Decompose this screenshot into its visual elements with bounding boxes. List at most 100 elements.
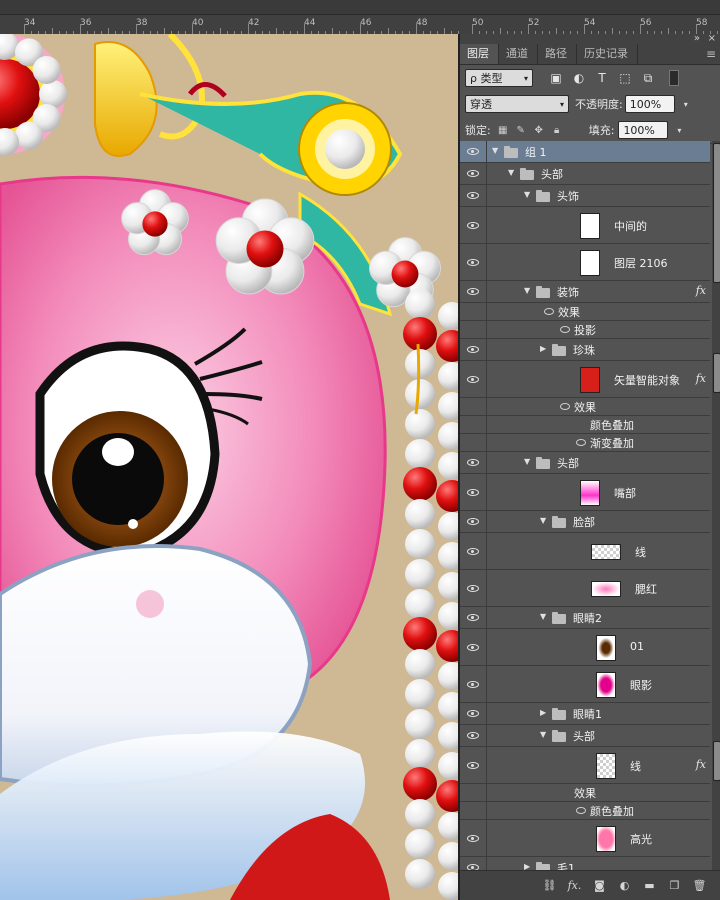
filter-type-select[interactable]: ρ 类型 ▾ — [465, 69, 533, 87]
effect-visibility-eye-icon[interactable] — [560, 326, 570, 333]
layer-effect-row[interactable]: 颜色叠加 — [460, 416, 710, 434]
layer-group-row[interactable]: ▼ 眼睛2 — [460, 607, 710, 629]
visibility-eye-icon[interactable] — [467, 459, 479, 466]
layer-effect-row[interactable]: 投影 — [460, 321, 710, 339]
tab-channels[interactable]: 通道 — [499, 43, 538, 64]
filter-toggle[interactable] — [669, 70, 679, 86]
visibility-eye-icon[interactable] — [467, 710, 479, 717]
collapse-triangle-icon[interactable]: ▼ — [540, 612, 546, 621]
panel-menu-icon[interactable]: ≡ — [706, 47, 720, 64]
image-filter-icon[interactable]: ▣ — [549, 71, 563, 85]
collapse-triangle-icon[interactable]: ▼ — [508, 168, 514, 177]
layer-group-row[interactable]: ▶ 珍珠 — [460, 339, 710, 361]
close-icon[interactable]: × — [708, 33, 716, 44]
layer-group-row[interactable]: ▼ 组 1 — [460, 141, 710, 163]
visibility-eye-icon[interactable] — [467, 643, 479, 651]
visibility-eye-icon[interactable] — [467, 488, 479, 496]
layer-row[interactable]: 线 fx — [460, 747, 710, 784]
type-filter-icon[interactable]: T — [595, 71, 609, 85]
layer-group-row[interactable]: ▼ 头部 — [460, 163, 710, 185]
layer-group-row[interactable]: ▶ 眼睛1 — [460, 703, 710, 725]
layer-group-row[interactable]: ▼ 头部 — [460, 725, 710, 747]
expand-triangle-icon[interactable]: ▶ — [540, 344, 546, 353]
collapse-triangle-icon[interactable]: ▼ — [524, 190, 530, 199]
collapse-triangle-icon[interactable]: ▼ — [524, 457, 530, 466]
layer-fx-icon[interactable]: fx — [696, 284, 706, 297]
layer-row[interactable]: 图层 2106 — [460, 244, 710, 281]
layer-row[interactable]: 嘴部 — [460, 474, 710, 511]
double-chevron-icon[interactable]: » — [694, 33, 700, 44]
layer-row[interactable]: 线 — [460, 533, 710, 570]
scroll-thumb-3[interactable] — [713, 741, 720, 781]
adjustment-icon[interactable]: ◐ — [612, 879, 637, 892]
visibility-eye-icon[interactable] — [467, 584, 479, 592]
layer-row[interactable]: 矢量智能对象 fx — [460, 361, 710, 398]
collapse-triangle-icon[interactable]: ▼ — [540, 730, 546, 739]
lock-paint-icon[interactable]: ✎ — [515, 124, 527, 136]
trash-icon[interactable]: 🗑︎ — [687, 879, 712, 892]
visibility-eye-icon[interactable] — [467, 834, 479, 842]
visibility-eye-icon[interactable] — [467, 170, 479, 177]
visibility-eye-icon[interactable] — [467, 680, 479, 688]
smart-object-filter-icon[interactable]: ⧉ — [641, 71, 655, 85]
visibility-eye-icon[interactable] — [467, 148, 479, 155]
tab-layers[interactable]: 图层 — [460, 43, 499, 64]
opacity-field[interactable]: 100% ▾ — [624, 95, 688, 113]
layer-row[interactable]: 眼影 — [460, 666, 710, 703]
visibility-eye-icon[interactable] — [467, 732, 479, 739]
scroll-thumb[interactable] — [713, 143, 720, 283]
expand-triangle-icon[interactable]: ▶ — [524, 862, 530, 870]
effect-visibility-eye-icon[interactable] — [560, 403, 570, 410]
collapse-triangle-icon[interactable]: ▼ — [540, 516, 546, 525]
layer-group-row[interactable]: ▼ 头部 — [460, 452, 710, 474]
layer-group-row[interactable]: ▼ 头饰 — [460, 185, 710, 207]
layers-scrollbar[interactable] — [712, 141, 720, 870]
lock-position-icon[interactable]: ✥ — [533, 124, 545, 136]
link-icon[interactable]: ⛓ — [537, 879, 562, 892]
layer-effect-row[interactable]: 效果 — [460, 398, 710, 416]
layer-row[interactable]: 腮红 — [460, 570, 710, 607]
shape-filter-icon[interactable]: ⬚ — [618, 71, 632, 85]
visibility-eye-icon[interactable] — [467, 221, 479, 229]
layer-effect-row[interactable]: 渐变叠加 — [460, 434, 710, 452]
visibility-eye-icon[interactable] — [467, 288, 479, 295]
folder-icon[interactable]: ▬ — [637, 879, 662, 892]
expand-triangle-icon[interactable]: ▶ — [540, 708, 546, 717]
adjustment-filter-icon[interactable]: ◐ — [572, 71, 586, 85]
lock-transparent-icon[interactable]: ▦ — [497, 124, 509, 136]
layer-effect-row[interactable]: 效果 — [460, 303, 710, 321]
effect-visibility-eye-icon[interactable] — [576, 439, 586, 446]
visibility-eye-icon[interactable] — [467, 192, 479, 199]
document-canvas[interactable] — [0, 34, 458, 900]
layer-fx-icon[interactable]: fx — [696, 372, 706, 385]
mask-icon[interactable]: ◙ — [587, 879, 612, 892]
new-layer-icon[interactable]: ❐ — [662, 879, 687, 892]
layer-row[interactable]: 高光 — [460, 820, 710, 857]
visibility-eye-icon[interactable] — [467, 258, 479, 266]
layer-effect-row[interactable]: 效果 — [460, 784, 710, 802]
collapse-triangle-icon[interactable]: ▼ — [524, 286, 530, 295]
tab-paths[interactable]: 路径 — [538, 43, 577, 64]
layer-group-row[interactable]: ▶ 毛1 — [460, 857, 710, 870]
tab-history[interactable]: 历史记录 — [577, 43, 638, 64]
layer-fx-icon[interactable]: fx — [696, 758, 706, 771]
effect-visibility-eye-icon[interactable] — [576, 807, 586, 814]
lock-all-icon[interactable]: 🔒︎ — [551, 124, 563, 136]
visibility-eye-icon[interactable] — [467, 547, 479, 555]
scroll-thumb-2[interactable] — [713, 353, 720, 393]
layer-effect-row[interactable]: 颜色叠加 — [460, 802, 710, 820]
blend-mode-select[interactable]: 穿透 ▾ — [465, 95, 569, 113]
collapse-triangle-icon[interactable]: ▼ — [492, 146, 498, 155]
visibility-eye-icon[interactable] — [467, 761, 479, 769]
fx-icon[interactable]: fx. — [562, 879, 587, 892]
visibility-eye-icon[interactable] — [467, 614, 479, 621]
effect-visibility-eye-icon[interactable] — [544, 308, 554, 315]
layer-group-row[interactable]: ▼ 脸部 — [460, 511, 710, 533]
fill-field[interactable]: 100% ▾ — [618, 121, 681, 139]
layer-row[interactable]: 01 — [460, 629, 710, 666]
layer-row[interactable]: 中间的 — [460, 207, 710, 244]
visibility-eye-icon[interactable] — [467, 375, 479, 383]
visibility-eye-icon[interactable] — [467, 518, 479, 525]
visibility-eye-icon[interactable] — [467, 346, 479, 353]
layer-group-row[interactable]: ▼ 装饰 fx — [460, 281, 710, 303]
